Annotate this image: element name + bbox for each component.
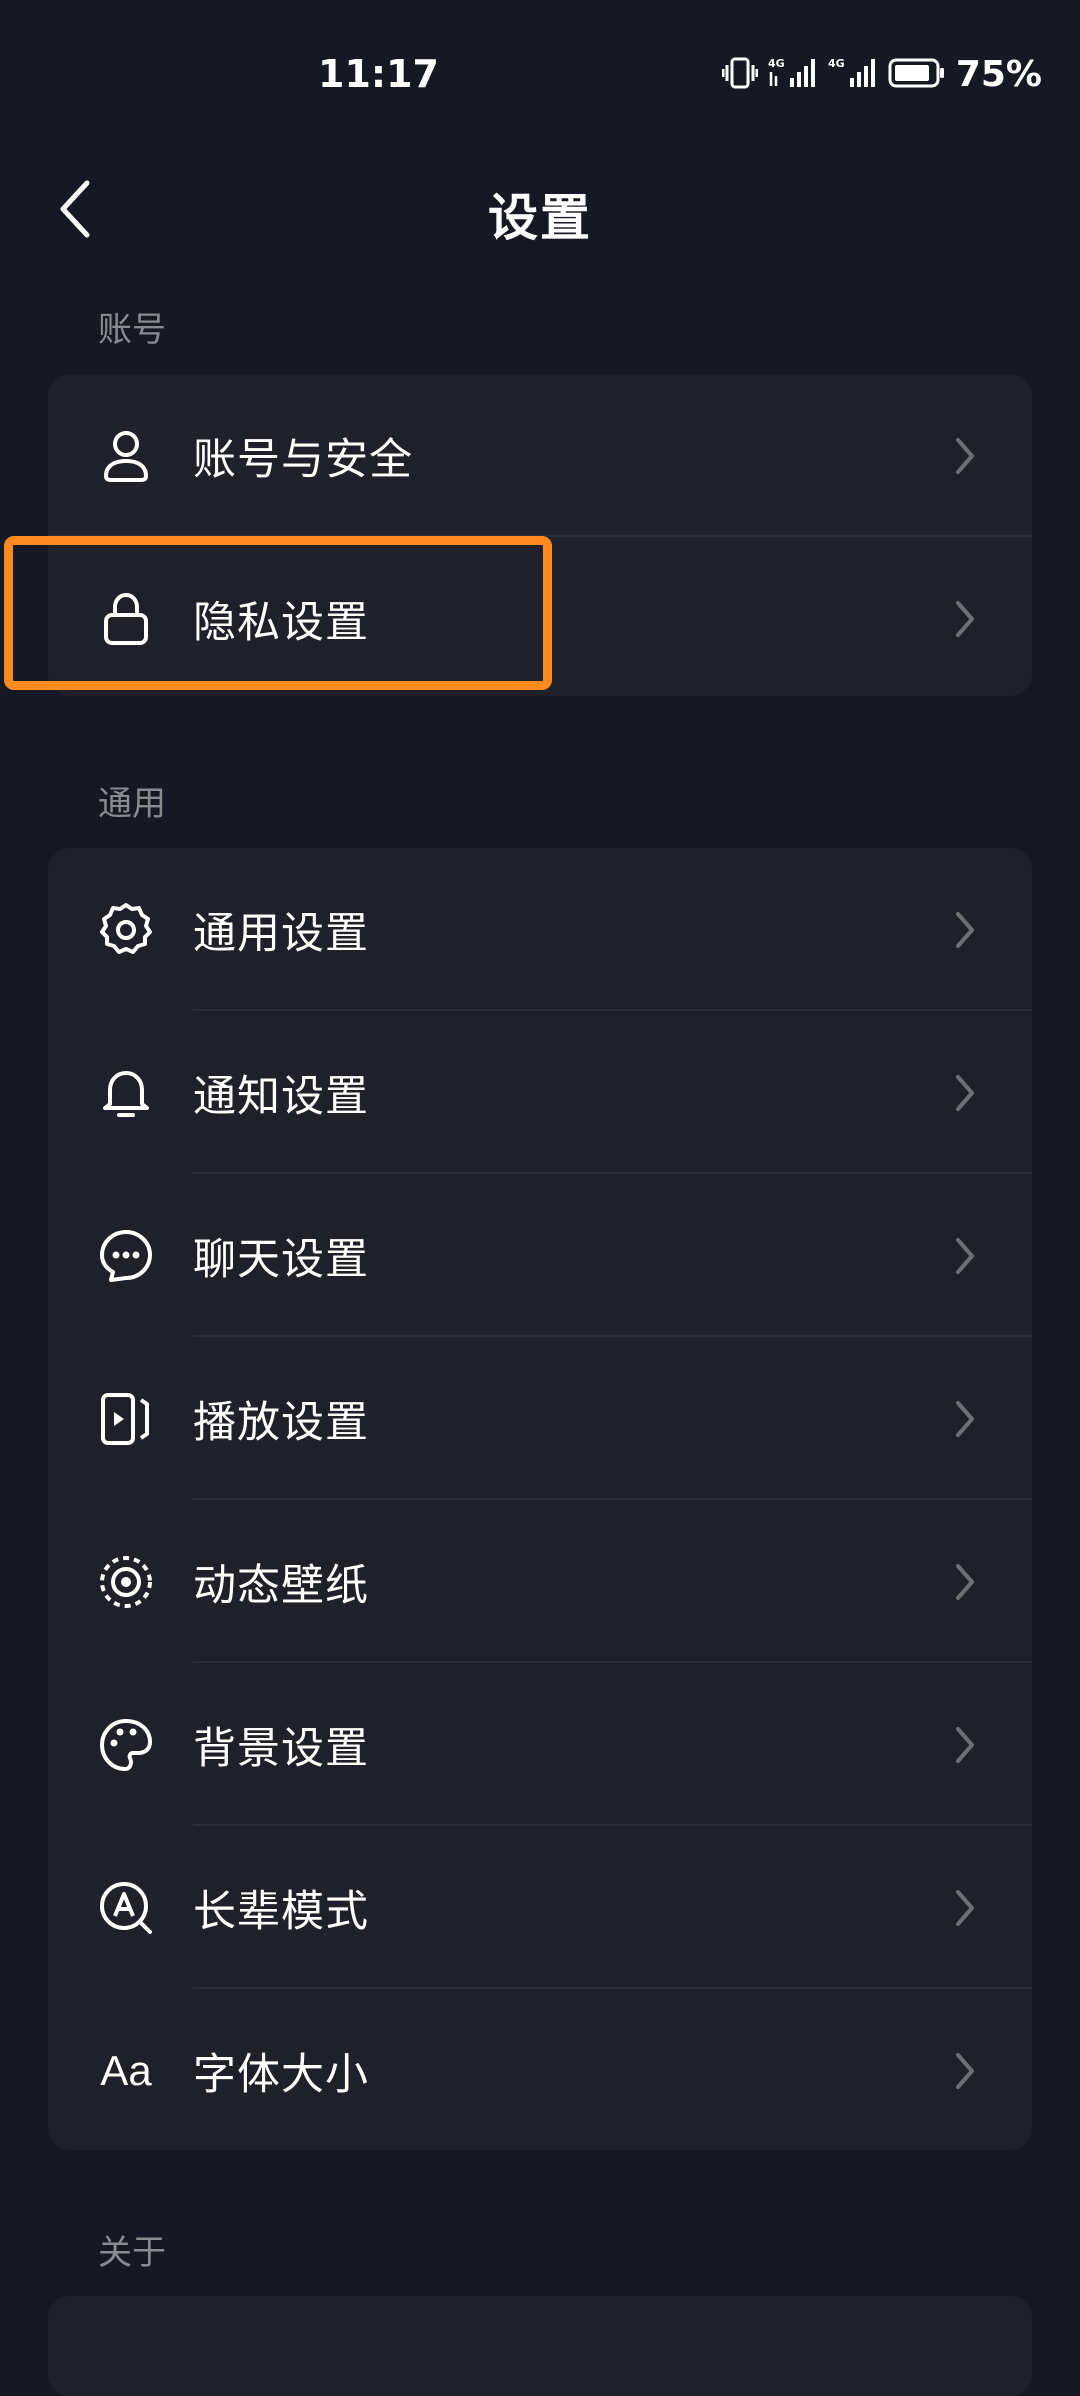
svg-text:4G: 4G xyxy=(768,57,785,70)
settings-item-font-size[interactable]: Aa 字体大小 xyxy=(48,1989,1032,2152)
live-wallpaper-icon xyxy=(96,1552,156,1612)
status-bar: 11:17 4G 4G 75% xyxy=(0,0,1080,150)
settings-item-label: 动态壁纸 xyxy=(193,1560,369,1611)
settings-item-label: 播放设置 xyxy=(193,1397,369,1448)
section-title-general: 通用 xyxy=(98,784,166,824)
palette-icon xyxy=(96,1715,156,1775)
settings-item-account-security[interactable]: 账号与安全 xyxy=(48,374,1032,537)
settings-item-label: 隐私设置 xyxy=(193,597,369,648)
settings-item-elder-mode[interactable]: 长辈模式 xyxy=(48,1826,1032,1989)
font-size-icon-text: Aa xyxy=(100,2046,152,2094)
chat-bubble-icon xyxy=(96,1226,156,1286)
elder-mode-icon xyxy=(96,1878,156,1938)
chevron-right-icon xyxy=(956,1726,974,1763)
signal-4g-icon: 4G xyxy=(828,56,878,94)
chevron-right-icon xyxy=(956,2052,974,2089)
play-window-icon xyxy=(96,1389,156,1449)
status-time: 11:17 xyxy=(318,52,439,96)
settings-item-chat[interactable]: 聊天设置 xyxy=(48,1174,1032,1337)
about-card xyxy=(48,2296,1032,2396)
chevron-right-icon xyxy=(956,911,974,948)
settings-item-label: 字体大小 xyxy=(193,2049,369,2100)
status-icons: 4G 4G 75% xyxy=(721,54,1042,95)
settings-item-label: 账号与安全 xyxy=(193,434,413,485)
lock-icon xyxy=(96,589,156,649)
chevron-right-icon xyxy=(956,600,974,637)
settings-item-live-wallpaper[interactable]: 动态壁纸 xyxy=(48,1500,1032,1663)
section-title-account: 账号 xyxy=(98,310,166,350)
settings-item-background[interactable]: 背景设置 xyxy=(48,1663,1032,1826)
title-bar: 设置 xyxy=(0,150,1080,265)
general-card: 通用设置 通知设置 聊天设置 播放设置 动态壁纸 背景设置 长辈模式 Aa 字体… xyxy=(48,848,1032,2150)
section-title-about: 关于 xyxy=(98,2233,166,2273)
settings-item-label: 聊天设置 xyxy=(193,1234,369,1285)
font-size-icon: Aa xyxy=(96,2041,156,2101)
settings-item-privacy[interactable]: 隐私设置 xyxy=(48,537,1032,700)
settings-item-label: 通知设置 xyxy=(193,1071,369,1122)
chevron-right-icon xyxy=(956,1563,974,1600)
settings-item-label: 通用设置 xyxy=(193,908,369,959)
chevron-right-icon xyxy=(956,1074,974,1111)
bell-icon xyxy=(96,1063,156,1123)
vibrate-icon xyxy=(721,56,759,94)
settings-item-notification[interactable]: 通知设置 xyxy=(48,1011,1032,1174)
account-card: 账号与安全 隐私设置 xyxy=(48,374,1032,696)
settings-item-label: 长辈模式 xyxy=(193,1886,369,1937)
battery-percent: 75% xyxy=(955,54,1042,95)
settings-item-label: 背景设置 xyxy=(193,1723,369,1774)
battery-icon xyxy=(888,57,946,93)
gear-icon xyxy=(96,900,156,960)
chevron-right-icon xyxy=(956,1400,974,1437)
chevron-right-icon xyxy=(956,1889,974,1926)
chevron-right-icon xyxy=(956,437,974,474)
signal-4g-icon: 4G xyxy=(768,56,818,94)
settings-item-playback[interactable]: 播放设置 xyxy=(48,1337,1032,1500)
settings-item-general[interactable]: 通用设置 xyxy=(48,848,1032,1011)
svg-text:4G: 4G xyxy=(828,57,845,70)
chevron-right-icon xyxy=(956,1237,974,1274)
page-title: 设置 xyxy=(488,189,592,247)
user-icon xyxy=(96,426,156,486)
